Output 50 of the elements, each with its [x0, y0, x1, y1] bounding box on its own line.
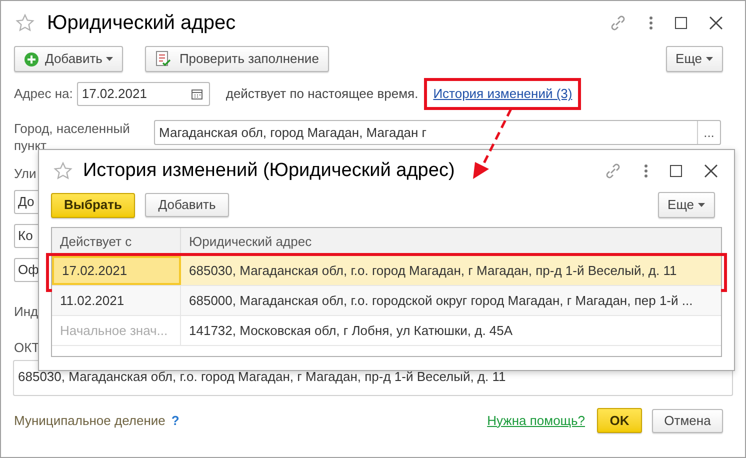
table-cell: 17.02.2021	[52, 256, 181, 285]
more-button[interactable]: Еще	[658, 192, 715, 218]
table-cell: 11.02.2021	[52, 286, 181, 315]
select-button[interactable]: Выбрать	[51, 192, 135, 218]
select-button[interactable]: ...	[697, 121, 720, 144]
cancel-button[interactable]: Отмена	[652, 408, 723, 432]
table-row[interactable]: Начальное знач... 141732, Московская обл, г Лобня, ул Катюшки, д. 45А	[52, 316, 721, 346]
more-button[interactable]: Еще	[666, 46, 723, 72]
city-field[interactable]: Магаданская обл, город Магадан, Магадан г ...	[154, 120, 721, 145]
status-text: действует по настоящее время.	[226, 85, 418, 104]
window-title: Юридический адрес	[47, 11, 237, 36]
table-cell-text: 685000, Магаданская обл, г.о. городской округ город Магадан, г Магадан, пер 1-й ...	[188, 292, 694, 310]
municipal-division-label: Муниципальное деление	[14, 412, 166, 430]
caret-icon	[698, 203, 705, 207]
plus-icon	[24, 52, 39, 66]
close-icon[interactable]	[709, 16, 723, 30]
table-row[interactable]: 11.02.2021 685000, Магаданская обл, г.о. городской округ город Магадан, г Магадан, пер 1-й ...	[52, 286, 721, 316]
help-link[interactable]: Нужна помощь?	[487, 410, 585, 430]
help-mark[interactable]: ?	[171, 410, 180, 430]
dialog-title: История изменений (Юридический адрес)	[83, 158, 456, 183]
history-link[interactable]: История изменений (3)	[430, 85, 576, 102]
table-cell-text: 141732, Московская обл, г Лобня, ул Катюшки, д. 45А	[188, 322, 514, 340]
more-icon[interactable]	[649, 16, 653, 30]
field-label: Ули	[14, 165, 36, 180]
caret-icon	[706, 57, 713, 61]
field-label: Инд	[14, 303, 38, 318]
maximize-icon[interactable]	[670, 165, 682, 177]
star-icon[interactable]	[15, 13, 35, 33]
caret-icon	[106, 57, 114, 61]
field-label: Город, населенный пункт	[14, 120, 131, 154]
maximize-icon[interactable]	[675, 17, 687, 29]
field-label: ОКТ	[14, 339, 40, 354]
table-cell-text: 685030, Магаданская обл, г.о. город Магадан, г Магадан, пр-д 1-й Веселый, д. 11	[188, 262, 678, 280]
column-header[interactable]: Действует с	[52, 228, 181, 255]
more-icon[interactable]	[644, 164, 648, 178]
link-icon[interactable]	[609, 14, 627, 32]
column-header[interactable]: Юридический адрес	[181, 228, 721, 255]
checklist-icon	[155, 51, 172, 67]
date-field[interactable]: 17.02.2021	[76, 82, 210, 106]
table-row[interactable]: 17.02.2021 685030, Магаданская обл, г.о. город Магадан, г Магадан, пр-д 1-й Веселый, д. 11	[52, 256, 721, 286]
star-icon[interactable]	[53, 161, 73, 181]
close-icon[interactable]	[704, 164, 718, 178]
calendar-icon[interactable]	[190, 88, 203, 100]
field-label: Адрес на:	[14, 85, 73, 104]
table-cell: Начальное знач...	[52, 316, 181, 345]
add-button[interactable]: Добавить	[145, 193, 229, 217]
add-button[interactable]: Добавить	[14, 46, 124, 72]
check-fill-button[interactable]: Проверить заполнение	[145, 46, 329, 72]
link-icon[interactable]	[604, 162, 622, 180]
ok-button[interactable]: OK	[597, 408, 642, 433]
